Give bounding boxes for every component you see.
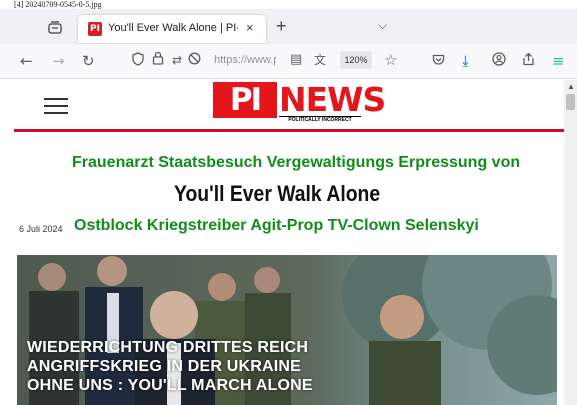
share-icon[interactable] bbox=[522, 52, 535, 70]
downloads-icon[interactable]: ⤓ bbox=[462, 52, 469, 70]
new-tab-button[interactable]: + bbox=[276, 17, 287, 35]
zoom-level-button[interactable]: 120% bbox=[340, 51, 372, 69]
pocket-icon[interactable] bbox=[432, 52, 445, 70]
hamburger-menu-icon[interactable] bbox=[44, 98, 68, 114]
scroll-thumb[interactable] bbox=[566, 94, 575, 110]
tag-links-bottom[interactable]: Ostblock Kriegstreiber Agit-Prop TV-Clow… bbox=[74, 217, 479, 235]
web-page: PI NEWS POLITICALLY INCORRECT Frauenarzt… bbox=[14, 80, 564, 405]
account-icon[interactable] bbox=[492, 52, 506, 70]
tab-active[interactable]: PI You'll Ever Walk Alone | PI-NEW × bbox=[78, 15, 266, 43]
close-tab-icon[interactable]: × bbox=[246, 20, 254, 35]
tracking-shield-icon[interactable] bbox=[132, 52, 144, 70]
page-scrollbar[interactable]: ▲ bbox=[564, 80, 577, 405]
reload-icon[interactable]: ↻ bbox=[82, 52, 95, 70]
pi-news-favicon-icon: PI bbox=[88, 22, 102, 36]
address-bar[interactable]: ⇄ https://www.p ▤ 文 120% ☆ bbox=[118, 48, 412, 74]
header-divider bbox=[14, 129, 564, 132]
bookmark-star-icon[interactable]: ☆ bbox=[384, 51, 397, 69]
lock-icon[interactable] bbox=[152, 51, 164, 69]
image-overlay-line-2: ANGRIFFSKRIEG IN DER UKRAINE bbox=[27, 358, 302, 375]
tab-title: You'll Ever Walk Alone | PI-NEW bbox=[108, 22, 238, 34]
nav-toolbar: ← → ↻ ⇄ https://www.p ▤ 文 120% ☆ ⤓ ≡ bbox=[0, 44, 577, 79]
image-overlay-line-1: WIEDERRICHTUNG DRITTES REICH bbox=[27, 339, 309, 356]
logo-news: NEWS bbox=[279, 80, 386, 119]
tag-links-top[interactable]: Frauenarzt Staatsbesuch Vergewaltigungs … bbox=[72, 154, 520, 172]
article-date: 6 Juli 2024 bbox=[19, 224, 63, 234]
logo-pi: PI bbox=[213, 82, 277, 118]
back-arrow-icon[interactable]: ← bbox=[20, 52, 33, 70]
logo-tagline: POLITICALLY INCORRECT bbox=[279, 116, 361, 124]
permissions-icon[interactable]: ⇄ bbox=[172, 51, 182, 69]
autoplay-blocked-icon[interactable] bbox=[188, 51, 201, 69]
extensions-menu-icon[interactable]: ≡ bbox=[552, 52, 565, 70]
image-overlay-line-3: OHNE UNS : YOU'LL MARCH ALONE bbox=[27, 377, 313, 394]
article-headline: You'll Ever Walk Alone bbox=[174, 181, 381, 206]
url-text[interactable]: https://www.p bbox=[214, 54, 276, 66]
tab-overview-icon[interactable] bbox=[48, 21, 62, 34]
translate-icon[interactable]: 文 bbox=[314, 51, 326, 69]
tab-bar: PI You'll Ever Walk Alone | PI-NEW × + ⌵ bbox=[0, 9, 577, 44]
list-all-tabs-icon[interactable]: ⌵ bbox=[378, 18, 387, 33]
article-image: WIEDERRICHTUNG DRITTES REICH ANGRIFFSKRI… bbox=[17, 255, 557, 405]
forward-arrow-icon[interactable]: → bbox=[52, 52, 65, 70]
reader-view-icon[interactable]: ▤ bbox=[290, 51, 302, 69]
scroll-up-arrow-icon[interactable]: ▲ bbox=[567, 82, 575, 91]
image-caption: [4] 20240709-0545-0-5.jpg bbox=[14, 0, 102, 9]
